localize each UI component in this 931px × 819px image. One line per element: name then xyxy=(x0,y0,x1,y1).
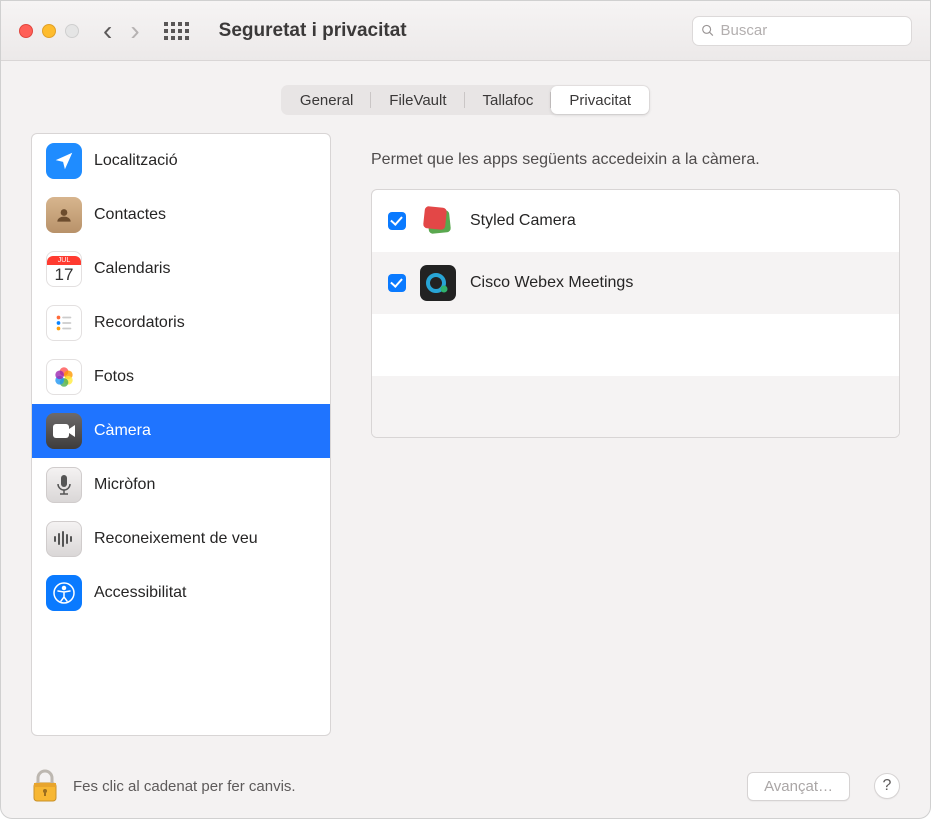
sidebar-item-label: Calendaris xyxy=(94,260,170,278)
detail-description: Permet que les apps següents accedeixin … xyxy=(371,151,900,169)
tab-privacy[interactable]: Privacitat xyxy=(551,86,649,114)
traffic-lights xyxy=(19,24,79,38)
app-row: Styled Camera xyxy=(372,190,899,252)
app-name: Styled Camera xyxy=(470,212,576,230)
sidebar-item-camera[interactable]: Càmera xyxy=(32,404,330,458)
search-field[interactable] xyxy=(692,16,912,46)
sidebar-item-photos[interactable]: Fotos xyxy=(32,350,330,404)
webex-icon xyxy=(420,265,456,301)
tab-general[interactable]: General xyxy=(282,86,371,114)
back-button[interactable]: ‹ xyxy=(103,17,112,45)
app-row: Cisco Webex Meetings xyxy=(372,252,899,314)
app-access-list: Styled Camera Cisco Webex Meetings xyxy=(371,189,900,438)
styled-camera-icon xyxy=(420,203,456,239)
checkbox-styled-camera[interactable] xyxy=(388,212,406,230)
calendar-icon: JUL 17 xyxy=(46,251,82,287)
footer: Fes clic al cadenat per fer canvis. Avan… xyxy=(1,754,930,818)
sidebar-item-label: Recordatoris xyxy=(94,314,185,332)
advanced-button[interactable]: Avançat… xyxy=(747,772,850,801)
sidebar-item-label: Càmera xyxy=(94,422,151,440)
lock-text: Fes clic al cadenat per fer canvis. xyxy=(73,778,296,795)
contacts-icon xyxy=(46,197,82,233)
minimize-window-button[interactable] xyxy=(42,24,56,38)
tabbar: General FileVault Tallafoc Privacitat xyxy=(31,85,900,115)
sidebar-item-reminders[interactable]: Recordatoris xyxy=(32,296,330,350)
sidebar-item-label: Localització xyxy=(94,152,178,170)
zoom-window-button xyxy=(65,24,79,38)
sidebar-item-label: Reconeixement de veu xyxy=(94,530,258,548)
forward-button: › xyxy=(130,17,139,45)
sidebar-item-contacts[interactable]: Contactes xyxy=(32,188,330,242)
location-arrow-icon xyxy=(46,143,82,179)
content-area: General FileVault Tallafoc Privacitat Lo… xyxy=(1,61,930,754)
nav-arrows: ‹ › xyxy=(103,17,140,45)
sidebar-item-label: Contactes xyxy=(94,206,166,224)
sidebar-item-calendars[interactable]: JUL 17 Calendaris xyxy=(32,242,330,296)
lock-icon[interactable] xyxy=(31,769,59,803)
reminders-icon xyxy=(46,305,82,341)
help-button[interactable]: ? xyxy=(874,773,900,799)
accessibility-icon xyxy=(46,575,82,611)
microphone-icon xyxy=(46,467,82,503)
tab-firewall[interactable]: Tallafoc xyxy=(465,86,552,114)
preferences-window: ‹ › Seguretat i privacitat General FileV… xyxy=(0,0,931,819)
search-input[interactable] xyxy=(721,22,903,39)
sidebar-item-location[interactable]: Localització xyxy=(32,134,330,188)
sidebar-item-microphone[interactable]: Micròfon xyxy=(32,458,330,512)
photos-icon xyxy=(46,359,82,395)
close-window-button[interactable] xyxy=(19,24,33,38)
sidebar-item-label: Accessibilitat xyxy=(94,584,186,602)
detail-pane: Permet que les apps següents accedeixin … xyxy=(347,133,900,736)
camera-icon xyxy=(46,413,82,449)
sidebar-item-label: Fotos xyxy=(94,368,134,386)
checkbox-webex[interactable] xyxy=(388,274,406,292)
search-icon xyxy=(701,23,715,38)
sidebar-item-label: Micròfon xyxy=(94,476,155,494)
empty-row xyxy=(372,376,899,438)
tab-filevault[interactable]: FileVault xyxy=(371,86,464,114)
app-name: Cisco Webex Meetings xyxy=(470,274,633,292)
panes: Localització Contactes JUL 17 Calendaris xyxy=(31,133,900,736)
sidebar-item-accessibility[interactable]: Accessibilitat xyxy=(32,566,330,620)
speech-icon xyxy=(46,521,82,557)
titlebar: ‹ › Seguretat i privacitat xyxy=(1,1,930,61)
privacy-sidebar: Localització Contactes JUL 17 Calendaris xyxy=(31,133,331,736)
sidebar-item-speech[interactable]: Reconeixement de veu xyxy=(32,512,330,566)
show-all-icon[interactable] xyxy=(164,22,189,40)
empty-row xyxy=(372,314,899,376)
window-title: Seguretat i privacitat xyxy=(219,20,407,42)
